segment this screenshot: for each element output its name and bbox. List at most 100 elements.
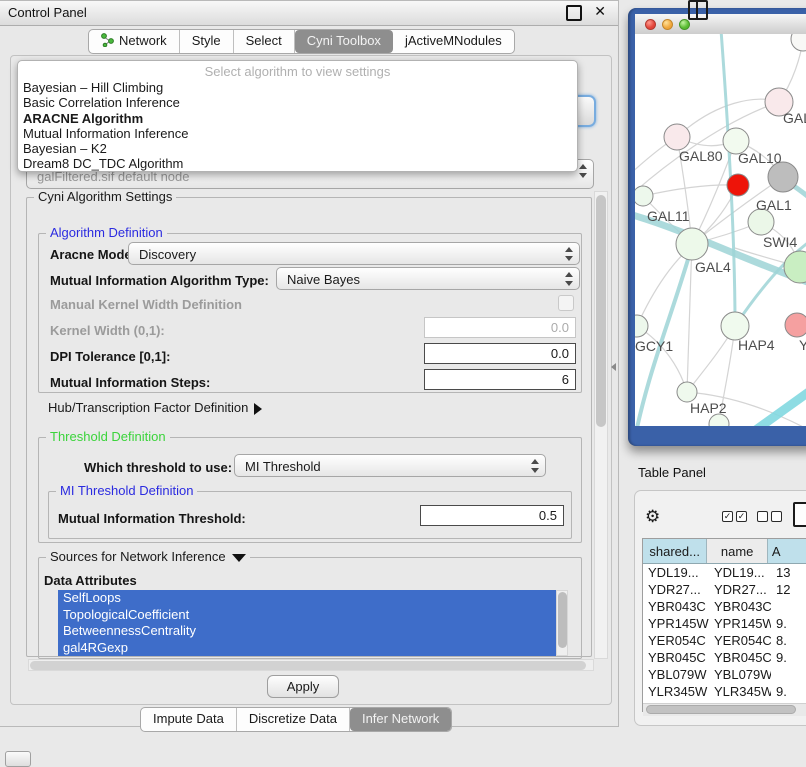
control-panel-tabbar: Network Style Select Cyni Toolbox jActiv… (88, 29, 515, 54)
close-traffic-light-icon[interactable] (645, 19, 656, 30)
apply-button[interactable]: Apply (267, 675, 339, 698)
table-row[interactable]: YDR27...YDR27...12 (643, 581, 806, 598)
column-header-shared-name[interactable]: shared... (643, 539, 707, 563)
minimize-traffic-light-icon[interactable] (662, 19, 673, 30)
table-row[interactable]: YLR345WYLR345W9. (643, 683, 806, 700)
zoom-traffic-light-icon[interactable] (679, 19, 690, 30)
network-graph: GAL7GAL80GAL10GAL1GAL11GAL4SWI4GCY1HAP4Y… (635, 34, 806, 426)
mi-threshold-field[interactable]: 0.5 (420, 505, 564, 526)
algorithm-option[interactable]: Bayesian – K2 (18, 141, 577, 156)
settings-horizontal-scrollbar-thumb[interactable] (30, 661, 586, 670)
column-header-name[interactable]: name (707, 539, 767, 563)
which-threshold-value: MI Threshold (245, 459, 321, 474)
graph-node[interactable] (664, 124, 690, 150)
panel-splitter-arrow-icon[interactable] (611, 363, 616, 371)
attribute-item-selected[interactable]: gal4RGexp (58, 640, 556, 657)
graph-node[interactable] (676, 228, 708, 260)
aracne-mode-combobox[interactable]: Discovery (128, 242, 580, 265)
graph-node[interactable] (635, 186, 653, 206)
graph-node[interactable] (721, 312, 749, 340)
tab-style[interactable]: Style (180, 30, 234, 53)
table-row[interactable]: YBR043CYBR043C (643, 598, 806, 615)
float-window-icon[interactable] (566, 5, 582, 21)
cell-name: YBL079W (709, 666, 771, 683)
cell-shared-name: YPR145W (643, 615, 709, 632)
hub-definition-expander[interactable]: Hub/Transcription Factor Definition (48, 400, 262, 415)
tab-infer-network[interactable]: Infer Network (350, 708, 451, 731)
table-row[interactable]: YBR045CYBR045C9. (643, 649, 806, 666)
cell-name: YPR145W (709, 615, 771, 632)
table-row[interactable]: YBL079WYBL079W (643, 666, 806, 683)
algorithm-option[interactable]: Dream8 DC_TDC Algorithm (18, 156, 577, 171)
split-columns-icon[interactable] (688, 0, 708, 20)
data-attributes-label: Data Attributes (44, 573, 137, 588)
network-window-titlebar[interactable] (635, 14, 806, 35)
sources-title[interactable]: Sources for Network Inference (46, 549, 250, 564)
aracne-mode-label: Aracne Mode: (50, 247, 136, 262)
tab-jactivemnodules[interactable]: jActiveMNodules (393, 30, 514, 53)
stepper-arrows-icon (579, 164, 588, 178)
attribute-item-selected[interactable]: SelfLoops (58, 590, 556, 607)
gear-icon[interactable]: ⚙ (645, 507, 660, 527)
table-row[interactable]: YPR145WYPR145W9. (643, 615, 806, 632)
table-row[interactable]: YDL19...YDL19...13 (643, 564, 806, 581)
manual-kernel-width-checkbox[interactable] (558, 295, 574, 311)
graph-edge[interactable] (643, 185, 738, 196)
cell-name: YER054C (709, 632, 771, 649)
deselect-all-checkbox-icon[interactable] (771, 511, 782, 522)
deselect-all-checkbox-icon[interactable] (757, 511, 768, 522)
cell-value: 12 (771, 581, 806, 598)
graph-node[interactable] (677, 382, 697, 402)
bottom-left-partial-button[interactable] (5, 751, 31, 767)
mi-steps-field[interactable]: 6 (424, 369, 576, 390)
graph-node[interactable] (785, 313, 806, 337)
table-horizontal-scrollbar-thumb[interactable] (646, 705, 796, 714)
tab-cyni-toolbox[interactable]: Cyni Toolbox (295, 30, 393, 53)
data-attributes-list[interactable]: SelfLoops TopologicalCoefficient Between… (58, 590, 556, 656)
table-header-row: shared... name A (643, 539, 806, 564)
algorithm-option[interactable]: Mutual Information Inference (18, 126, 577, 141)
attribute-item-selected[interactable]: BetweennessCentrality (58, 623, 556, 640)
attribute-list-scrollbar-thumb[interactable] (558, 592, 567, 648)
export-table-icon[interactable] (793, 502, 806, 527)
graph-edge[interactable] (753, 386, 806, 426)
aracne-mode-value: Discovery (139, 247, 196, 262)
bottom-tabbar: Impute Data Discretize Data Infer Networ… (140, 707, 452, 732)
kernel-width-label: Kernel Width (0,1): (50, 323, 165, 338)
algorithm-option[interactable]: Bayesian – Hill Climbing (18, 80, 577, 95)
close-icon[interactable]: ✕ (594, 3, 606, 20)
threshold-definition-title: Threshold Definition (46, 429, 170, 444)
graph-node[interactable] (768, 162, 798, 192)
algorithm-option-selected[interactable]: ARACNE Algorithm (18, 111, 577, 126)
manual-kernel-width-label: Manual Kernel Width Definition (50, 297, 242, 312)
select-all-checkbox-icon[interactable]: ✓ (722, 511, 733, 522)
tab-impute-data[interactable]: Impute Data (141, 708, 237, 731)
attribute-item-selected[interactable]: TopologicalCoefficient (58, 607, 556, 624)
graph-node[interactable] (727, 174, 749, 196)
graph-node[interactable] (635, 315, 648, 337)
kernel-width-field[interactable]: 0.0 (424, 317, 576, 338)
network-canvas[interactable]: GAL7GAL80GAL10GAL1GAL11GAL4SWI4GCY1HAP4Y… (635, 34, 806, 426)
cyni-algorithm-settings-title: Cyni Algorithm Settings (34, 189, 176, 204)
which-threshold-combobox[interactable]: MI Threshold (234, 454, 546, 477)
table-row[interactable]: YER054CYER054C8. (643, 632, 806, 649)
network-icon (101, 33, 114, 47)
mi-algorithm-type-value: Naive Bayes (287, 272, 360, 287)
settings-vertical-scrollbar-thumb[interactable] (596, 195, 606, 427)
mi-algorithm-type-combobox[interactable]: Naive Bayes (276, 267, 580, 290)
cell-value (771, 666, 806, 683)
graph-node[interactable] (791, 34, 806, 51)
cell-shared-name: YBL079W (643, 666, 709, 683)
control-panel-titlebar: Control Panel ✕ (0, 1, 618, 26)
tab-select[interactable]: Select (234, 30, 295, 53)
select-all-checkbox-icon[interactable]: ✓ (736, 511, 747, 522)
algorithm-option[interactable]: Basic Correlation Inference (18, 95, 577, 110)
which-threshold-label: Which threshold to use: (84, 460, 232, 475)
column-header-partial[interactable]: A (768, 539, 806, 563)
graph-node-label: GAL10 (738, 150, 782, 166)
node-table[interactable]: shared... name A YDL19...YDL19...13 YDR2… (642, 538, 806, 712)
tab-discretize-data[interactable]: Discretize Data (237, 708, 350, 731)
tab-network[interactable]: Network (89, 30, 180, 53)
graph-node-label: GAL7 (783, 110, 806, 126)
dpi-tolerance-field[interactable]: 0.0 (424, 343, 576, 364)
